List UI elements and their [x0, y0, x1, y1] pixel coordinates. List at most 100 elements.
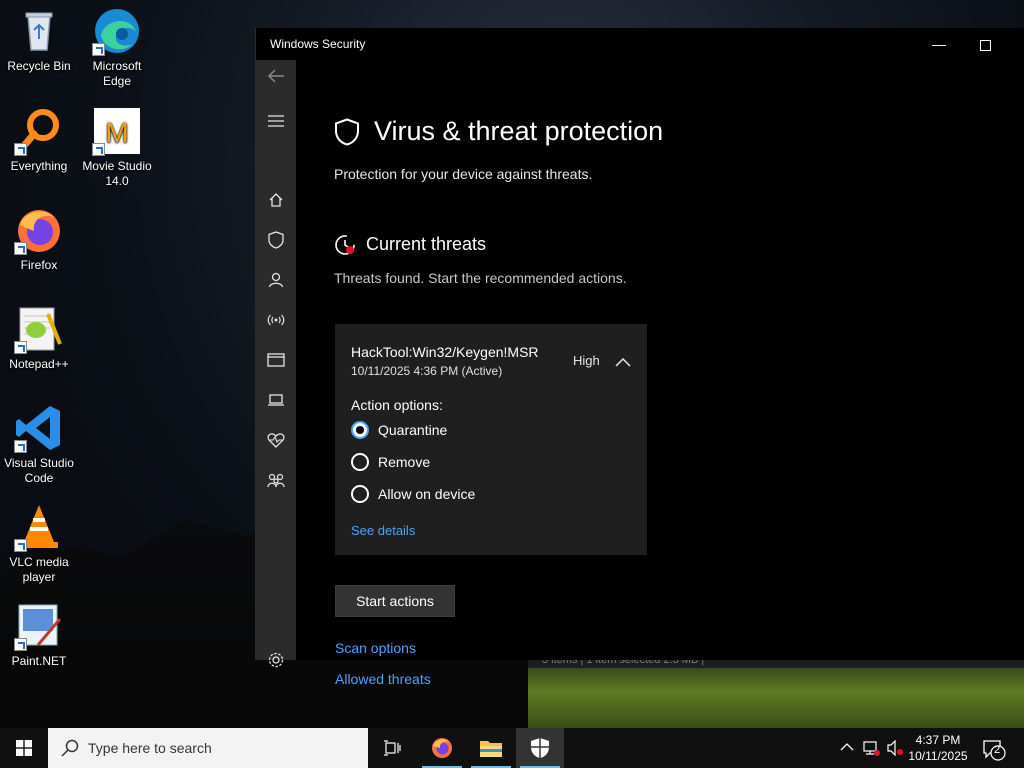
- maximize-button[interactable]: [962, 28, 1008, 60]
- system-clock[interactable]: 4:37 PM 10/11/2025: [906, 732, 970, 764]
- threat-severity: High: [573, 353, 600, 368]
- desktop-icon-notepadpp[interactable]: Notepad++: [0, 304, 78, 372]
- clock-date: 10/11/2025: [908, 749, 968, 763]
- main-content: Virus & threat protection Protection for…: [296, 60, 1024, 687]
- desktop-icon-firefox[interactable]: Firefox: [0, 205, 78, 273]
- movie-studio-icon: M: [92, 106, 142, 156]
- task-view-button[interactable]: [368, 728, 416, 768]
- desktop-icon-vlc[interactable]: VLC media player: [0, 502, 78, 585]
- svg-text:M: M: [105, 117, 128, 148]
- menu-button[interactable]: [256, 105, 296, 137]
- vlc-icon: [14, 502, 64, 552]
- wallpaper-glow: [528, 668, 1024, 728]
- chevron-up-icon[interactable]: [840, 740, 854, 759]
- desktop-icon-label: Microsoft Edge: [92, 59, 142, 88]
- desktop-icon-vscode[interactable]: Visual Studio Code: [0, 403, 78, 486]
- firefox-icon: [14, 205, 64, 255]
- device-security-icon: [268, 394, 284, 406]
- shortcut-arrow-icon: [14, 638, 27, 651]
- desktop-icon-label: Visual Studio Code: [4, 456, 74, 485]
- search-icon: [60, 738, 80, 763]
- vscode-icon: [14, 403, 64, 453]
- menu-icon: [268, 115, 284, 127]
- start-button[interactable]: [0, 728, 48, 768]
- radio-button[interactable]: [351, 485, 369, 503]
- desktop-icon-label: Firefox: [20, 258, 58, 272]
- minimize-button[interactable]: —: [916, 28, 962, 60]
- notification-count: 2: [994, 744, 1001, 756]
- desktop-icon-edge[interactable]: Microsoft Edge: [78, 6, 156, 89]
- everything-icon: [14, 106, 64, 156]
- radio-button[interactable]: [351, 453, 369, 471]
- notepadpp-icon: [14, 304, 64, 354]
- start-actions-button[interactable]: Start actions: [335, 585, 455, 617]
- taskbar: Type here to search 4:37 PM 10/11/2025 2: [0, 728, 1024, 768]
- navigation-sidebar: [256, 60, 296, 668]
- clock-time: 4:37 PM: [915, 733, 961, 747]
- nav-settings[interactable]: [256, 644, 296, 676]
- nav-network[interactable]: [256, 304, 296, 336]
- windows-security-window: Windows Security — Virus & threat protec…: [255, 28, 1024, 687]
- desktop-icon-paintnet[interactable]: Paint.NET: [0, 601, 78, 669]
- radio-label: Quarantine: [378, 422, 448, 438]
- page-title: Virus & threat protection: [374, 116, 664, 146]
- desktop-icon-label: VLC media player: [9, 555, 69, 584]
- network-icon[interactable]: [862, 740, 880, 761]
- see-details-link[interactable]: See details: [351, 523, 415, 538]
- nav-device-security[interactable]: [256, 384, 296, 416]
- folder-icon: [480, 741, 502, 757]
- taskbar-windows-security[interactable]: [516, 728, 564, 768]
- desktop-icon-label: Notepad++: [9, 357, 69, 371]
- nav-app-browser[interactable]: [256, 344, 296, 376]
- settings-icon: [268, 652, 284, 668]
- app-browser-icon: [267, 353, 285, 367]
- threat-card: HackTool:Win32/Keygen!MSR 10/11/2025 4:3…: [335, 324, 647, 555]
- current-threats-heading: Current threats: [366, 234, 487, 254]
- shortcut-arrow-icon: [92, 43, 105, 56]
- account-icon: [268, 272, 284, 288]
- window-title: Windows Security: [270, 37, 366, 51]
- nav-device-health[interactable]: [256, 424, 296, 456]
- firefox-icon: [432, 738, 452, 758]
- desktop-icon-label: Everything: [10, 159, 68, 173]
- network-icon: [267, 314, 285, 326]
- shortcut-arrow-icon: [14, 539, 27, 552]
- nav-account[interactable]: [256, 264, 296, 296]
- radio-label: Remove: [378, 454, 431, 470]
- scan-options-link[interactable]: Scan options: [335, 640, 416, 656]
- shortcut-arrow-icon: [14, 143, 27, 156]
- desktop-icon-recycle-bin[interactable]: Recycle Bin: [0, 6, 78, 74]
- windows-logo-icon: [16, 740, 32, 756]
- back-button[interactable]: [256, 60, 296, 92]
- desktop-icon-movie-studio[interactable]: M Movie Studio 14.0: [78, 106, 156, 189]
- task-view-icon: [384, 740, 401, 756]
- desktop-icon-everything[interactable]: Everything: [0, 106, 78, 174]
- shortcut-arrow-icon: [14, 242, 27, 255]
- shield-icon: [268, 231, 284, 249]
- health-icon: [267, 433, 285, 448]
- threat-date: 10/11/2025 4:36 PM (Active): [351, 364, 503, 378]
- volume-icon[interactable]: [886, 739, 904, 761]
- radio-remove[interactable]: Remove: [351, 453, 430, 471]
- page-subtitle: Protection for your device against threa…: [334, 166, 593, 182]
- taskbar-file-explorer[interactable]: [467, 728, 515, 768]
- notification-center-button[interactable]: 2: [978, 734, 1018, 762]
- radio-quarantine[interactable]: Quarantine: [351, 421, 447, 439]
- maximize-icon: [979, 39, 991, 51]
- threat-name: HackTool:Win32/Keygen!MSR: [351, 344, 539, 360]
- nav-virus-protection[interactable]: [256, 224, 296, 256]
- paintnet-icon: [14, 601, 64, 651]
- nav-home[interactable]: [256, 184, 296, 216]
- desktop-icon-label: Movie Studio 14.0: [82, 159, 152, 188]
- shortcut-arrow-icon: [14, 341, 27, 354]
- nav-family[interactable]: [256, 464, 296, 496]
- back-icon: [267, 69, 284, 83]
- chevron-up-icon[interactable]: [615, 354, 631, 372]
- shield-icon: [531, 738, 549, 758]
- taskbar-firefox[interactable]: [418, 728, 466, 768]
- taskbar-search-input[interactable]: Type here to search: [48, 728, 368, 768]
- allowed-threats-link[interactable]: Allowed threats: [335, 671, 431, 687]
- shortcut-arrow-icon: [14, 440, 27, 453]
- radio-allow-on-device[interactable]: Allow on device: [351, 485, 475, 503]
- radio-button[interactable]: [351, 421, 369, 439]
